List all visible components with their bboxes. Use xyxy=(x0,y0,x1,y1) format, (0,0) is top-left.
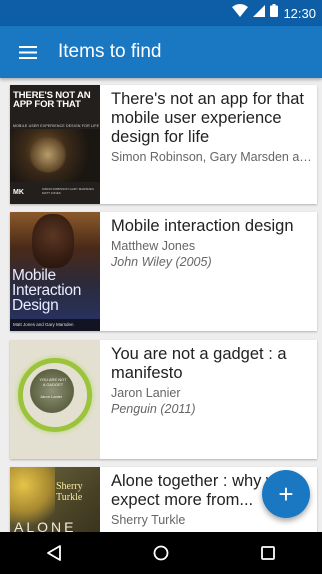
book-cover: THERE'S NOT AN APP FOR THAT MOBILE USER … xyxy=(10,85,100,204)
cover-title: ALONE xyxy=(14,519,77,532)
status-bar: 12:30 xyxy=(0,0,322,26)
cover-authors: Matt Jones and Gary Marsden xyxy=(10,319,100,331)
book-cover: Mobile Interaction Design Matt Jones and… xyxy=(10,212,100,331)
home-button[interactable] xyxy=(131,532,191,574)
recents-button[interactable] xyxy=(238,532,298,574)
battery-icon xyxy=(270,4,279,22)
publisher-logo: MK xyxy=(13,189,24,196)
cover-title: YOU ARE NOT A GADGET xyxy=(39,377,67,387)
cover-art-highlight xyxy=(28,137,68,173)
book-card[interactable]: Mobile Interaction Design Matt Jones and… xyxy=(10,212,317,331)
cover-ring-center xyxy=(30,369,74,413)
book-publisher: Penguin (2011) xyxy=(111,402,196,416)
book-title: There's not an app for that mobile user … xyxy=(111,90,305,146)
book-title: You are not a gadget : a manifesto xyxy=(111,345,287,382)
status-time: 12:30 xyxy=(283,5,316,21)
signal-icon xyxy=(253,4,266,22)
recents-icon xyxy=(261,546,276,560)
plus-icon: + xyxy=(278,479,294,509)
book-info: You are not a gadget : a manifesto Jaron… xyxy=(100,340,317,459)
menu-button[interactable] xyxy=(0,26,56,78)
book-author: Simon Robinson, Gary Marsden and Matt Jo… xyxy=(111,150,315,164)
book-author: Jaron Lanier xyxy=(111,386,181,400)
book-author: Matthew Jones xyxy=(111,239,196,253)
book-info: There's not an app for that mobile user … xyxy=(100,85,317,204)
cover-photo xyxy=(32,214,74,268)
book-cover: YOU ARE NOT A GADGET Jaron Lanier xyxy=(10,340,100,459)
cover-subtitle: MOBILE USER EXPERIENCE DESIGN FOR LIFE xyxy=(13,124,100,128)
cover-title: THERE'S NOT AN APP FOR THAT xyxy=(13,90,91,110)
book-info: Mobile interaction design Matthew Jones … xyxy=(100,212,317,331)
book-publisher: John Wiley (2005) xyxy=(111,255,212,269)
back-button[interactable] xyxy=(24,532,84,574)
menu-icon xyxy=(19,45,37,59)
add-item-button[interactable]: + xyxy=(262,470,310,518)
back-icon xyxy=(46,545,61,561)
book-card[interactable]: YOU ARE NOT A GADGET Jaron Lanier You ar… xyxy=(10,340,317,459)
page-title: Items to find xyxy=(58,41,162,62)
home-icon xyxy=(153,545,169,561)
app-bar: Items to find xyxy=(0,26,322,78)
wifi-icon xyxy=(232,4,249,22)
book-card[interactable]: THERE'S NOT AN APP FOR THAT MOBILE USER … xyxy=(10,85,317,204)
cover-title: Mobile Interaction Design xyxy=(12,267,82,314)
cover-authors: SIMON ROBINSON GARY MARSDEN MATT JONES xyxy=(42,187,94,195)
book-list: THERE'S NOT AN APP FOR THAT MOBILE USER … xyxy=(0,78,322,532)
book-cover: Sherry Turkle ALONE xyxy=(10,467,100,532)
book-title: Mobile interaction design xyxy=(111,217,294,235)
cover-author: Sherry Turkle xyxy=(56,481,83,503)
system-nav-bar xyxy=(0,532,322,574)
cover-author: Jaron Lanier xyxy=(40,394,63,399)
cover-light xyxy=(10,467,55,527)
